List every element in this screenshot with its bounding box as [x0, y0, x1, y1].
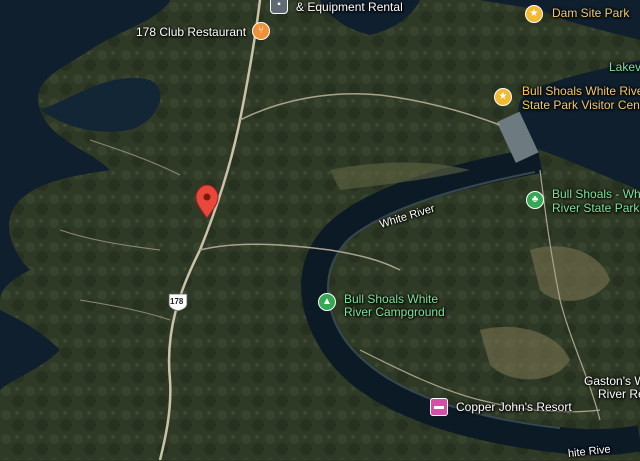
restaurant-icon[interactable]: ⑂: [252, 22, 270, 40]
dam-site-park-label[interactable]: Dam Site Park: [552, 6, 629, 20]
gastons-label-line2[interactable]: River Res: [598, 387, 640, 401]
star-icon[interactable]: ★: [525, 5, 543, 23]
satellite-map[interactable]: [0, 0, 640, 460]
shop-icon[interactable]: ▪: [270, 0, 288, 14]
state-park-label-line2[interactable]: River State Park: [552, 201, 639, 215]
tent-icon[interactable]: ▲: [318, 293, 336, 311]
state-park-label-line1[interactable]: Bull Shoals - Whi: [552, 187, 640, 201]
gastons-label-line1[interactable]: Gaston's W: [584, 374, 640, 388]
copper-johns-label[interactable]: Copper John's Resort: [456, 400, 572, 414]
route-178-label: 178: [170, 297, 184, 306]
bed-icon[interactable]: ▬: [430, 398, 448, 416]
tree-icon[interactable]: ♣: [526, 191, 544, 209]
campground-label-line2[interactable]: River Campground: [344, 305, 445, 319]
land-area: [0, 0, 640, 460]
club-restaurant-label[interactable]: 178 Club Restaurant: [136, 25, 246, 39]
town-label: Lakev: [609, 60, 640, 74]
campground-label-line1[interactable]: Bull Shoals White: [344, 292, 438, 306]
star-icon[interactable]: ★: [494, 88, 512, 106]
visitor-center-label-line2[interactable]: State Park Visitor Cent: [522, 98, 640, 112]
visitor-center-label-line1[interactable]: Bull Shoals White Rive: [522, 84, 640, 98]
equipment-rental-label[interactable]: & Equipment Rental: [296, 0, 403, 14]
